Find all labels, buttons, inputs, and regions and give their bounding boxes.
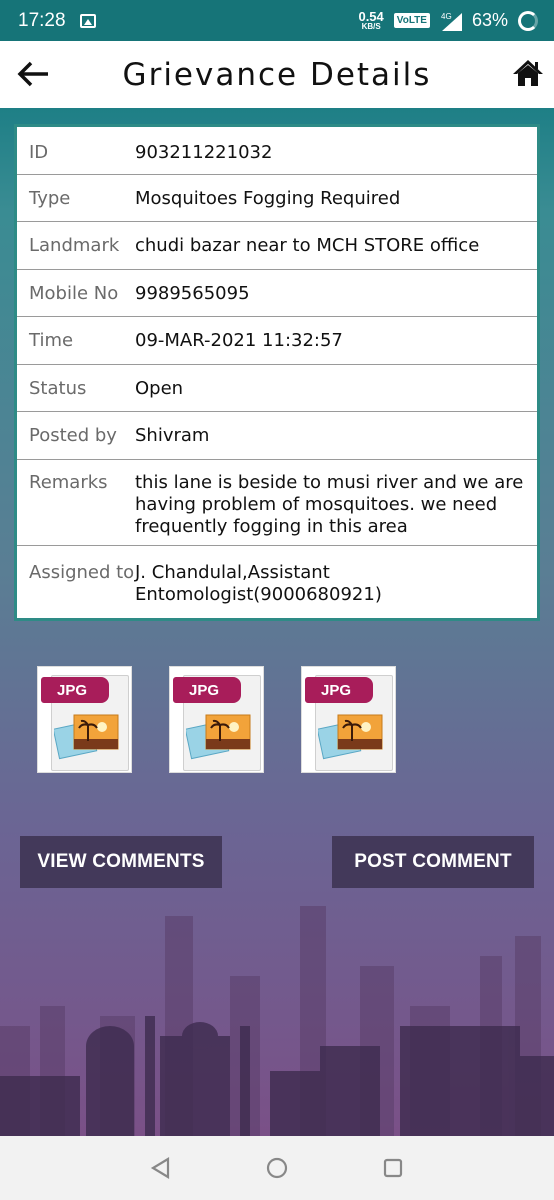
city-skyline-image [0,906,554,1136]
detail-value: Mosquitoes Fogging Required [135,188,401,209]
network-speed-unit: KB/S [361,22,381,31]
detail-value: this lane is beside to musi river and we… [135,472,524,537]
nav-home-icon[interactable] [264,1155,290,1181]
app-header: Grievance Details [0,41,554,108]
detail-row-assigned-to: Assigned to J. Chandulal,Assistant Entom… [17,546,537,618]
status-bar: 17:28 0.54 KB/S VoLTE 4G 63% [0,0,554,41]
detail-label: Type [29,188,71,209]
status-indicators: 0.54 KB/S VoLTE 4G 63% [358,10,538,31]
status-value: Open [135,378,184,399]
detail-row-mobile: Mobile No 9989565095 [17,270,537,317]
detail-label: Time [29,330,74,351]
file-type-tag: JPG [305,677,373,703]
view-comments-button[interactable]: VIEW COMMENTS [20,836,222,888]
detail-value: Shivram [135,425,210,446]
jpg-attachment[interactable]: JPG [301,666,396,773]
detail-row-time: Time 09-MAR-2021 11:32:57 [17,317,537,365]
gallery-notification-icon [79,13,96,28]
detail-label: ID [29,142,49,163]
file-type-tag: JPG [41,677,109,703]
detail-value: J. Chandulal,Assistant Entomologist(9000… [135,562,382,605]
detail-label: Status [29,378,87,399]
detail-label: Assigned to [29,562,135,583]
detail-row-posted-by: Posted by Shivram [17,412,537,460]
detail-value: 09-MAR-2021 11:32:57 [135,330,343,351]
nav-back-icon[interactable] [148,1155,174,1181]
detail-label: Landmark [29,235,120,256]
system-navigation-bar [0,1136,554,1200]
detail-value: 903211221032 [135,142,273,163]
detail-row-type: Type Mosquitoes Fogging Required [17,175,537,222]
detail-label: Remarks [29,472,108,493]
detail-row-id: ID 903211221032 [17,127,537,175]
grievance-details-card: ID 903211221032 Type Mosquitoes Fogging … [14,124,540,621]
detail-value: 9989565095 [135,283,250,304]
jpg-attachment[interactable]: JPG [169,666,264,773]
battery-icon [518,10,538,31]
signal-icon: 4G [440,11,462,31]
detail-value: chudi bazar near to MCH STORE office [135,235,480,256]
image-file-icon [54,714,119,760]
jpg-attachment[interactable]: JPG [37,666,132,773]
network-type: 4G [441,12,452,21]
file-type-tag: JPG [173,677,241,703]
detail-label: Posted by [29,425,117,446]
image-file-icon [318,714,383,760]
image-file-icon [186,714,251,760]
battery-percentage: 63% [471,10,508,30]
detail-row-remarks: Remarks this lane is beside to musi rive… [17,460,537,546]
detail-row-status: Status Open [17,365,537,412]
network-speed: 0.54 KB/S [358,10,383,31]
page-title: Grievance Details [122,56,432,93]
clock: 17:28 [18,9,66,31]
post-comment-button[interactable]: POST COMMENT [332,836,534,888]
back-arrow-icon[interactable] [16,59,50,89]
attachments-list: JPG JPG JPG [37,666,396,773]
home-icon[interactable] [512,57,544,89]
volte-badge: VoLTE [393,13,430,28]
detail-label: Mobile No [29,283,119,304]
nav-recents-icon[interactable] [380,1155,406,1181]
detail-row-landmark: Landmark chudi bazar near to MCH STORE o… [17,222,537,270]
